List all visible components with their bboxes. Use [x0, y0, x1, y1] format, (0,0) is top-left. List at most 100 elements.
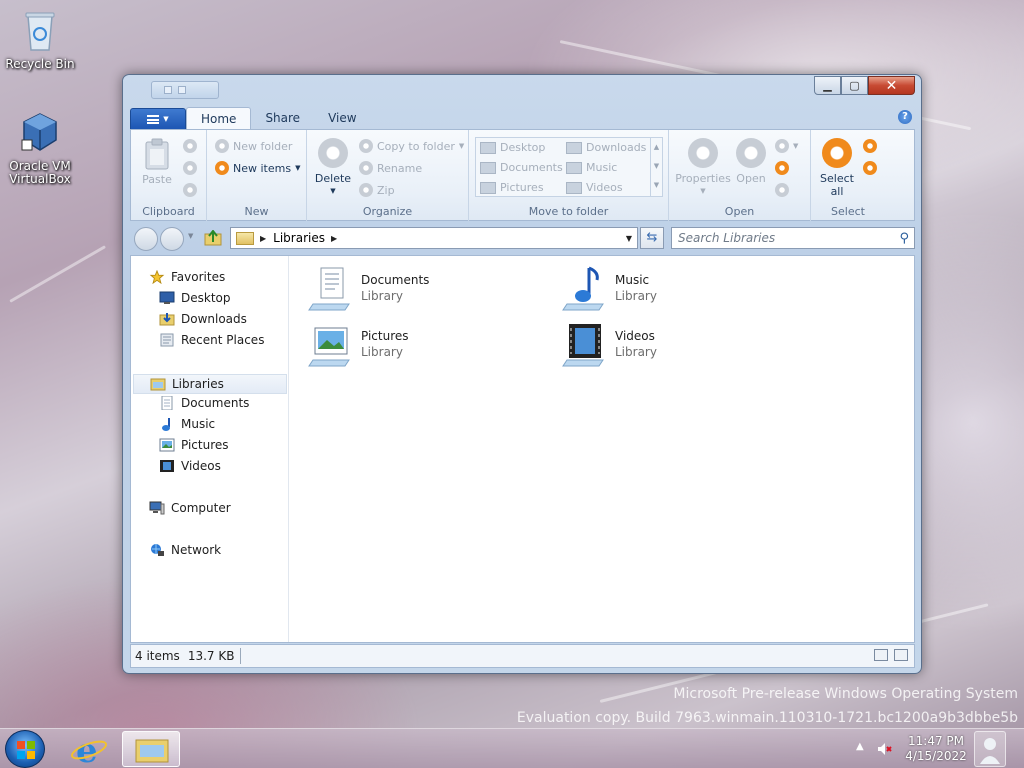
- documents-library-icon: [308, 267, 350, 311]
- nav-downloads[interactable]: Downloads: [159, 312, 247, 326]
- quick-access-toolbar[interactable]: [151, 81, 219, 99]
- address-dropdown-icon[interactable]: ▼: [621, 234, 637, 243]
- library-item-videos[interactable]: Videos Library: [561, 320, 657, 368]
- large-icons-view-icon[interactable]: [894, 649, 908, 661]
- taskbar-clock[interactable]: 11:47 PM 4/15/2022: [900, 734, 972, 764]
- nav-documents[interactable]: Documents: [159, 396, 249, 410]
- taskbar-file-explorer[interactable]: [122, 731, 180, 767]
- properties-button[interactable]: Properties ▼: [675, 138, 731, 198]
- copy-to-folder-icon: [359, 139, 373, 153]
- chevron-down-icon: ▼: [700, 187, 706, 195]
- group-clipboard: Paste Clipboard: [131, 130, 207, 221]
- paste-shortcut-button[interactable]: [183, 183, 197, 197]
- paste-label: Paste: [142, 173, 172, 186]
- details-view-icon[interactable]: [874, 649, 888, 661]
- maximize-button[interactable]: ▢: [841, 76, 868, 95]
- address-path[interactable]: Libraries: [273, 231, 325, 245]
- file-menu-button[interactable]: ▼: [130, 108, 186, 129]
- rename-label: Rename: [377, 161, 423, 175]
- tab-view[interactable]: View: [314, 107, 370, 129]
- copy-button[interactable]: [183, 161, 197, 175]
- tab-home[interactable]: Home: [186, 107, 252, 129]
- move-to-downloads[interactable]: Downloads: [566, 141, 646, 154]
- nav-videos[interactable]: Videos: [159, 459, 221, 473]
- show-desktop-button[interactable]: [974, 731, 1006, 767]
- chevron-right-icon[interactable]: ▶: [331, 234, 337, 243]
- tab-share[interactable]: Share: [251, 107, 314, 129]
- music-icon: [566, 161, 582, 174]
- open-with-button[interactable]: [775, 183, 789, 197]
- move-to-videos[interactable]: Videos: [566, 181, 623, 194]
- library-item-name: Documents: [361, 273, 430, 287]
- invert-selection-button[interactable]: [863, 161, 877, 175]
- delete-button[interactable]: Delete ▼: [313, 138, 353, 198]
- move-to-documents-label: Documents: [500, 161, 563, 174]
- nav-recent-places[interactable]: Recent Places: [159, 333, 264, 347]
- group-label-open: Open: [724, 205, 755, 218]
- history-button[interactable]: [775, 161, 789, 175]
- copy-to-folder-button[interactable]: Copy to folder ▼: [359, 139, 464, 153]
- refresh-button[interactable]: ⇆: [640, 227, 664, 249]
- select-all-label-line1: Select: [820, 172, 854, 185]
- search-icon[interactable]: ⚲: [899, 231, 909, 246]
- forward-button[interactable]: [160, 227, 184, 251]
- address-bar[interactable]: ▶ Libraries ▶ ▼: [230, 227, 638, 249]
- close-button[interactable]: ✕: [868, 76, 915, 95]
- move-to-pictures[interactable]: Pictures: [480, 181, 544, 194]
- move-to-desktop[interactable]: Desktop: [480, 141, 545, 154]
- edit-button[interactable]: ▼: [775, 139, 798, 153]
- nav-pictures[interactable]: Pictures: [159, 438, 229, 452]
- nav-favorites[interactable]: Favorites: [149, 270, 225, 284]
- menu-icon: [147, 114, 160, 124]
- wallpaper-streak: [9, 245, 107, 303]
- select-none-button[interactable]: [863, 139, 877, 153]
- minimize-button[interactable]: ▁: [814, 76, 841, 95]
- search-input[interactable]: Search Libraries ⚲: [671, 227, 915, 249]
- new-items-label: New items: [233, 161, 292, 175]
- star-icon: [149, 270, 165, 284]
- help-icon[interactable]: ?: [898, 110, 912, 124]
- open-label: Open: [736, 172, 766, 185]
- file-explorer-icon: [135, 739, 169, 763]
- move-to-documents[interactable]: Documents: [480, 161, 563, 174]
- nav-computer[interactable]: Computer: [149, 501, 231, 515]
- recent-places-icon: [160, 333, 174, 347]
- libraries-icon: [150, 378, 166, 391]
- library-item-pictures[interactable]: Pictures Library: [307, 320, 409, 368]
- explorer-window[interactable]: ▁ ▢ ✕ ▼ Home Share View ? Paste Clipboar…: [122, 74, 922, 674]
- chevron-down-icon: ▼: [295, 164, 301, 172]
- paste-button[interactable]: Paste: [139, 138, 175, 186]
- rename-button[interactable]: Rename: [359, 161, 422, 175]
- up-folder-icon[interactable]: [204, 230, 222, 246]
- nav-music[interactable]: Music: [159, 417, 215, 431]
- back-button[interactable]: [134, 227, 158, 251]
- nav-libraries[interactable]: Libraries: [133, 374, 287, 394]
- qat-new-folder-icon[interactable]: [178, 86, 186, 94]
- nav-computer-label: Computer: [171, 501, 231, 515]
- select-all-button[interactable]: Select all: [815, 138, 859, 198]
- taskbar-internet-explorer[interactable]: e: [60, 731, 118, 768]
- ribbon-tabs: ▼ Home Share View ?: [130, 107, 915, 129]
- volume-muted-icon[interactable]: [876, 741, 892, 757]
- navigation-pane[interactable]: Favorites Desktop Downloads Recent Place…: [131, 256, 289, 642]
- move-to-music[interactable]: Music: [566, 161, 617, 174]
- cut-button[interactable]: [183, 139, 197, 153]
- desktop-icon-recycle-bin[interactable]: Recycle Bin: [0, 8, 80, 71]
- library-item-music[interactable]: Music Library: [561, 264, 657, 312]
- zip-button[interactable]: Zip: [359, 183, 395, 197]
- desktop-icon-virtualbox[interactable]: Oracle VM VirtualBox: [0, 110, 80, 186]
- nav-desktop[interactable]: Desktop: [159, 291, 231, 305]
- new-folder-button[interactable]: New folder: [215, 139, 292, 153]
- start-button[interactable]: [5, 730, 45, 768]
- library-item-documents[interactable]: Documents Library: [307, 264, 429, 312]
- chevron-right-icon[interactable]: ▶: [260, 234, 266, 243]
- gallery-scrollbar[interactable]: ▲ ▼ ▼: [650, 138, 662, 196]
- open-button[interactable]: Open: [733, 138, 769, 185]
- recent-locations-icon[interactable]: ▼: [188, 232, 193, 240]
- qat-properties-icon[interactable]: [164, 86, 172, 94]
- pictures-icon: [159, 438, 175, 452]
- show-hidden-icons-button[interactable]: ▲: [856, 741, 864, 752]
- group-organize: Delete ▼ Copy to folder ▼ Rename Zip Org…: [307, 130, 469, 221]
- new-items-button[interactable]: New items ▼: [215, 161, 300, 175]
- nav-network[interactable]: Network: [149, 543, 221, 557]
